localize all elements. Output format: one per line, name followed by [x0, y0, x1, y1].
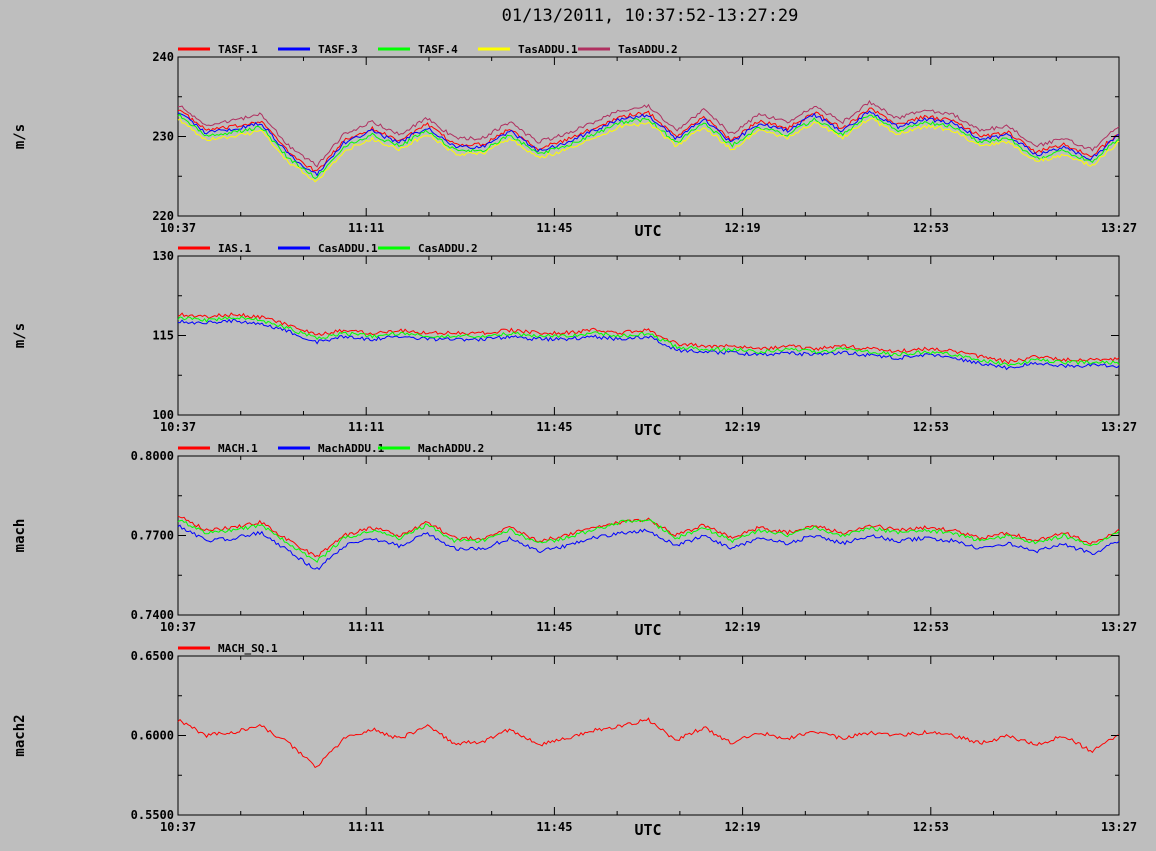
x-tick-label: 11:45 — [536, 620, 572, 634]
x-tick-label: 12:53 — [913, 820, 949, 834]
x-tick-label: 11:11 — [348, 820, 384, 834]
y-axis-label: mach2 — [12, 714, 28, 756]
plot-frame — [177, 455, 1120, 616]
x-tick-label: 10:37 — [160, 420, 196, 434]
x-tick-label: 12:53 — [913, 221, 949, 235]
x-tick-label: 12:19 — [725, 820, 761, 834]
legend-label: TASF.4 — [418, 43, 458, 56]
x-axis-label: UTC — [634, 222, 661, 240]
y-tick-label: 0.6000 — [131, 729, 174, 743]
legend-label: MachADDU.2 — [418, 442, 484, 455]
y-axis-label: m/s — [12, 124, 28, 149]
chart-svg: 01/13/2011, 10:37:52-13:27:29 2402302201… — [12, 6, 1137, 839]
x-axis-label: UTC — [634, 421, 661, 439]
x-tick-label: 13:27 — [1101, 420, 1137, 434]
legend-label: TasADDU.1 — [518, 43, 578, 56]
chart-title: 01/13/2011, 10:37:52-13:27:29 — [502, 6, 799, 26]
panel-3: 0.80000.77000.740010:37 11:11 11:45 12:19 12… — [12, 442, 1137, 639]
series-line-casaddu-2 — [177, 315, 1120, 367]
legend-label: MACH.1 — [218, 442, 258, 455]
x-axis-label: UTC — [634, 821, 661, 839]
x-axis-label: UTC — [634, 621, 661, 639]
x-tick-label: 12:19 — [725, 221, 761, 235]
x-tick-label: 10:37 — [160, 820, 196, 834]
x-tick-label: 11:11 — [348, 620, 384, 634]
series-line-mach-sq-1 — [177, 717, 1120, 769]
x-tick-label: 11:45 — [536, 420, 572, 434]
x-tick-label: 10:37 — [160, 221, 196, 235]
legend-label: CasADDU.2 — [418, 242, 478, 255]
legend-label: IAS.1 — [218, 242, 251, 255]
panel-4: 0.65000.60000.550010:37 11:11 11:45 12:19 12… — [12, 642, 1137, 839]
x-tick-label: 13:27 — [1101, 620, 1137, 634]
x-tick-label: 11:11 — [348, 420, 384, 434]
panel-2: 13011510010:37 11:11 11:45 12:19 12:53 13:27U… — [12, 242, 1137, 439]
legend-label: TASF.3 — [318, 43, 358, 56]
legend-label: TasADDU.2 — [618, 43, 678, 56]
series-line-casaddu-1 — [177, 318, 1120, 371]
y-tick-label: 130 — [152, 249, 174, 263]
x-tick-label: 13:27 — [1101, 221, 1137, 235]
x-tick-label: 11:45 — [536, 221, 572, 235]
legend-label: CasADDU.1 — [318, 242, 378, 255]
series-line-tasf-4 — [177, 113, 1120, 180]
y-tick-label: 0.8000 — [131, 449, 174, 463]
x-tick-label: 10:37 — [160, 620, 196, 634]
legend-label: TASF.1 — [218, 43, 258, 56]
y-axis-label: mach — [12, 519, 28, 553]
x-tick-label: 11:11 — [348, 221, 384, 235]
y-tick-label: 0.6500 — [131, 649, 174, 663]
series-line-mach-1 — [177, 515, 1120, 558]
y-tick-label: 240 — [152, 50, 174, 64]
x-tick-label: 13:27 — [1101, 820, 1137, 834]
x-tick-label: 12:19 — [725, 420, 761, 434]
y-axis-label: m/s — [12, 323, 28, 348]
series-line-tasaddu-1 — [177, 117, 1120, 183]
y-tick-label: 115 — [152, 329, 174, 343]
legend-label: MACH_SQ.1 — [218, 642, 278, 655]
x-tick-label: 12:53 — [913, 420, 949, 434]
x-tick-label: 12:19 — [725, 620, 761, 634]
legend-label: MachADDU.1 — [318, 442, 385, 455]
panel-1: 24023022010:37 11:11 11:45 12:19 12:53 13:27U… — [12, 43, 1137, 240]
x-tick-label: 11:45 — [536, 820, 572, 834]
plot-frame — [177, 56, 1120, 217]
chart-figure: 01/13/2011, 10:37:52-13:27:29 240 230 220 1… — [0, 0, 1156, 846]
plot-frame — [177, 655, 1120, 816]
y-tick-label: 230 — [152, 130, 174, 144]
series-line-machaddu-1 — [177, 524, 1120, 571]
plot-frame — [177, 255, 1120, 416]
x-tick-label: 12:53 — [913, 620, 949, 634]
y-tick-label: 0.7700 — [131, 529, 174, 543]
